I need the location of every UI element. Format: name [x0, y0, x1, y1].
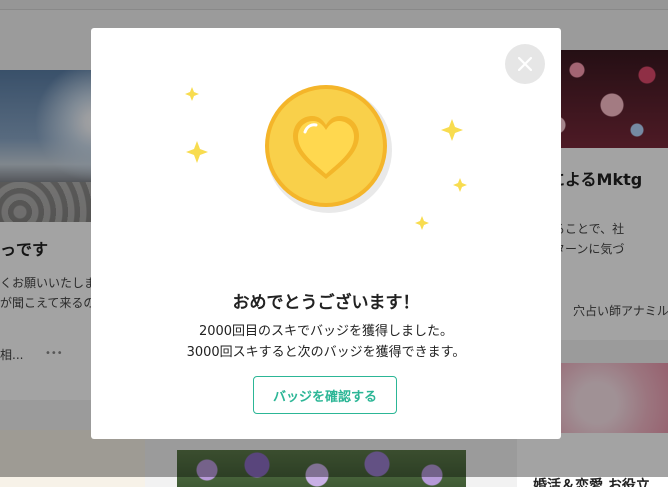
sparkle-icon: [185, 87, 199, 101]
badge-illustration: [185, 85, 467, 230]
sparkle-icon: [453, 178, 467, 192]
modal-message-line: 2000回目のスキでバッジを獲得しました。: [198, 324, 454, 339]
heart-coin-icon: [265, 85, 392, 213]
sparkle-icon: [415, 216, 429, 230]
sparkle-icon: [441, 119, 463, 141]
modal-message-line: 3000回スキすると次のバッジを獲得できます。: [186, 345, 466, 360]
modal-title: おめでとうございます！: [232, 293, 420, 313]
sparkle-icon: [186, 141, 208, 163]
close-button[interactable]: [505, 44, 545, 84]
badge-modal: おめでとうございます！ 2000回目のスキでバッジを獲得しました。 3000回ス…: [91, 28, 561, 439]
close-icon: [517, 56, 533, 72]
view-badge-button[interactable]: バッジを確認する: [253, 376, 397, 414]
